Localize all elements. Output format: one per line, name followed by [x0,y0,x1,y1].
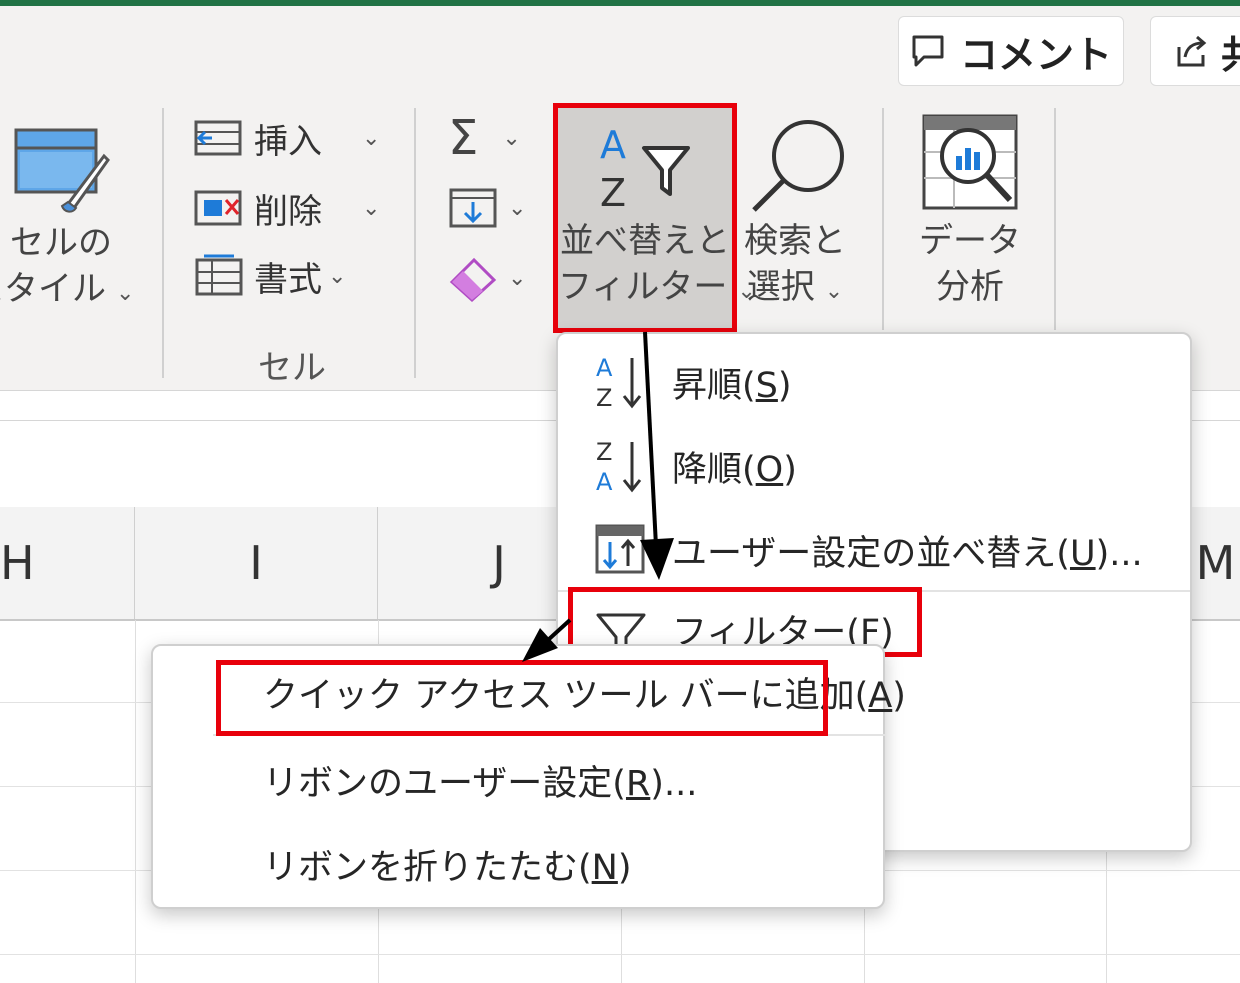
magnifier-icon [752,120,844,212]
format-label: 書式 [254,259,322,300]
clear-button[interactable]: ⌄ [448,252,526,304]
comment-button[interactable]: コメント [898,16,1124,86]
customize-ribbon-label: リボンのユーザー設定(R)... [263,763,698,804]
comment-label: コメント [959,32,1112,77]
svg-text:A: A [596,468,613,496]
insert-label: 挿入 [254,121,322,162]
sort-descending-item[interactable]: Z A 降順(O) [594,436,797,496]
find-select-label-2: 選択 ⌄ [746,267,844,307]
fill-chevron-icon: ⌄ [508,195,527,221]
share-button[interactable]: 共 [1150,16,1240,86]
collapse-ribbon-item[interactable]: リボンを折りたたむ(N) [263,836,632,892]
svg-text:Z: Z [596,438,612,466]
grid-line [135,620,136,983]
autosum-chevron-icon: ⌄ [502,125,521,151]
share-label: 共 [1220,32,1240,77]
sort-ascending-icon: A Z [596,354,642,412]
custom-sort-item[interactable]: ユーザー設定の並べ替え(U)... [594,520,1143,580]
group-separator [414,108,416,378]
group-separator [162,108,164,378]
sort-ascending-label: 昇順(S) [672,365,792,406]
share-icon [1177,35,1207,67]
fill-down-icon [449,188,497,228]
data-analysis-button[interactable]: データ 分析 [900,108,1040,328]
fill-button[interactable]: ⌄ [448,184,526,232]
eraser-icon [449,257,497,302]
cell-styles-label-1: セルの [10,223,112,263]
group-separator [1054,108,1056,330]
insert-cells-icon [194,120,242,156]
cell-styles-icon [14,128,110,213]
highlight-box-quick-access [216,660,828,736]
delete-cells-icon [194,190,242,226]
sigma-icon: Σ [448,110,479,166]
insert-chevron-icon: ⌄ [362,125,381,151]
column-header-m[interactable]: M [1190,507,1240,619]
delete-button[interactable]: 削除 ⌄ [194,186,381,232]
sort-descending-icon: Z A [596,438,642,496]
column-header-h[interactable]: H [0,507,135,619]
data-analysis-label-2: 分析 [936,267,1004,307]
format-chevron-icon: ⌄ [328,263,347,289]
delete-label: 削除 [254,191,322,232]
cell-styles-label-2: スタイル⌄ [0,269,135,309]
sort-ascending-item[interactable]: A Z 昇順(S) [594,352,792,412]
svg-text:Z: Z [596,384,612,412]
cell-styles-button[interactable]: セルの スタイル⌄ [0,120,150,320]
custom-sort-icon [595,524,645,574]
format-cells-icon [195,254,243,296]
grid-line [0,954,1240,955]
comment-icon [912,35,944,67]
data-analysis-label-1: データ [919,221,1021,261]
customize-ribbon-item[interactable]: リボンのユーザー設定(R)... [263,752,697,808]
find-select-button[interactable]: 検索と 選択 ⌄ [740,108,870,328]
autosum-button[interactable]: Σ ⌄ [448,110,521,166]
delete-chevron-icon: ⌄ [362,195,381,221]
custom-sort-label: ユーザー設定の並べ替え(U)... [672,533,1143,574]
sort-descending-label: 降順(O) [672,449,797,490]
format-button[interactable]: 書式 ⌄ [194,254,347,300]
collapse-ribbon-label: リボンを折りたたむ(N) [263,847,632,888]
data-analysis-icon [922,114,1018,210]
group-separator [882,108,884,330]
column-header-i[interactable]: I [135,507,378,619]
find-select-label-1: 検索と [744,221,846,261]
svg-text:A: A [596,354,613,382]
clear-chevron-icon: ⌄ [508,265,527,291]
cells-group-label: セル [258,348,326,388]
insert-button[interactable]: 挿入 ⌄ [194,116,381,162]
highlight-box-sort-filter [553,103,737,333]
